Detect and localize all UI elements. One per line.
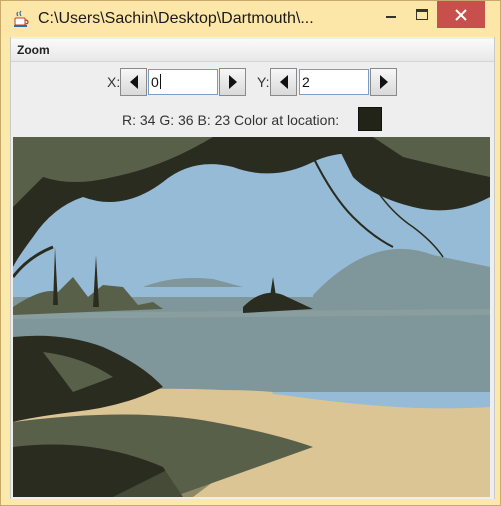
- y-input[interactable]: 2: [299, 69, 369, 95]
- minimize-icon: [386, 16, 396, 18]
- y-input-value: 2: [302, 74, 310, 90]
- right-arrow-icon: [229, 75, 237, 89]
- maximize-icon: [416, 9, 428, 20]
- y-decrement-button[interactable]: [270, 68, 297, 96]
- image-canvas[interactable]: [13, 137, 490, 497]
- left-arrow-icon: [280, 75, 288, 89]
- java-app-icon: [12, 10, 30, 28]
- title-bar[interactable]: C:\Users\Sachin\Desktop\Dartmouth\...: [1, 1, 500, 37]
- menu-zoom[interactable]: Zoom: [17, 43, 50, 57]
- maximize-button[interactable]: [408, 1, 436, 28]
- x-decrement-button[interactable]: [120, 68, 147, 96]
- x-input[interactable]: 0: [148, 69, 218, 95]
- x-input-value: 0: [151, 74, 159, 90]
- y-label: Y:: [257, 74, 270, 90]
- x-increment-button[interactable]: [219, 68, 246, 96]
- posterized-beach-image: [13, 137, 490, 497]
- app-window: C:\Users\Sachin\Desktop\Dartmouth\... Zo…: [0, 0, 501, 506]
- menu-bar: Zoom: [11, 39, 494, 62]
- client-area: Zoom X: 0 Y: 2 R: 34 G: 36 B: 23 Color a…: [10, 37, 495, 499]
- color-info-text: R: 34 G: 36 B: 23 Color at location:: [122, 112, 340, 128]
- minimize-button[interactable]: [377, 1, 405, 28]
- text-caret: [159, 74, 161, 89]
- right-arrow-icon: [380, 75, 388, 89]
- color-swatch: [358, 107, 382, 131]
- x-label: X:: [107, 74, 121, 90]
- close-button[interactable]: [437, 1, 485, 28]
- left-arrow-icon: [130, 75, 138, 89]
- window-title: C:\Users\Sachin\Desktop\Dartmouth\...: [38, 10, 314, 27]
- close-icon: [455, 9, 467, 21]
- y-increment-button[interactable]: [370, 68, 397, 96]
